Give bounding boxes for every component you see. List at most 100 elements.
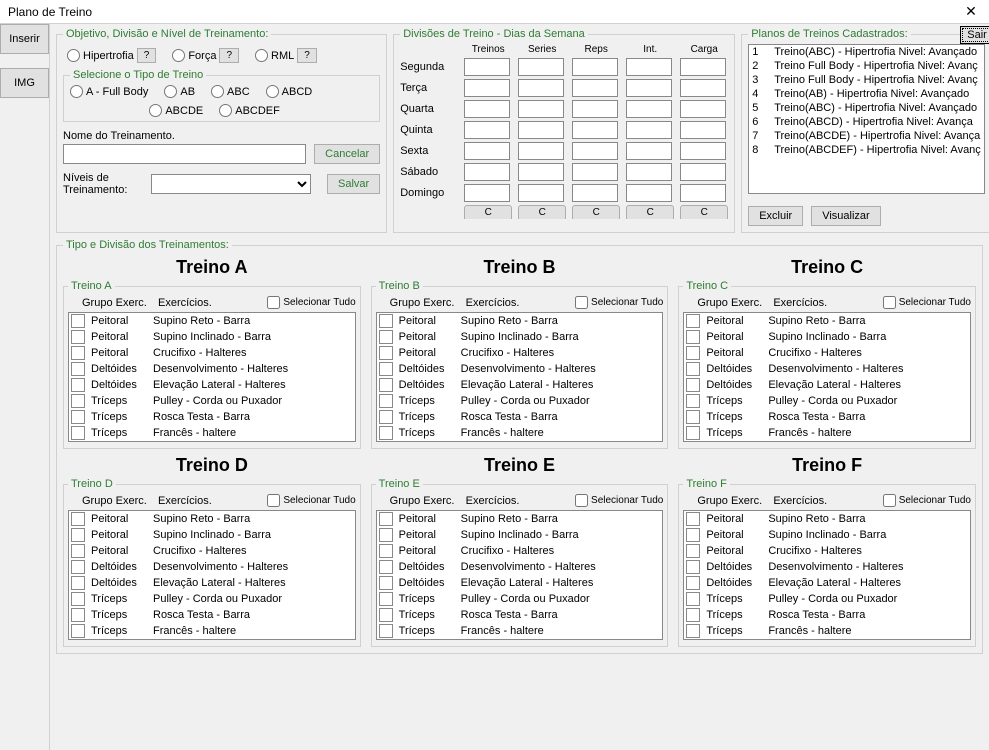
exercise-row[interactable]: DeltóidesElevação Lateral - Halteres xyxy=(684,575,970,591)
exercise-list[interactable]: PeitoralSupino Reto - BarraPeitoralSupin… xyxy=(683,312,971,442)
radio-abc[interactable] xyxy=(211,85,224,98)
exercise-list[interactable]: PeitoralSupino Reto - BarraPeitoralSupin… xyxy=(683,510,971,640)
exercise-checkbox[interactable] xyxy=(686,346,700,360)
plan-row[interactable]: 2Treino Full Body - Hipertrofia Nivel: A… xyxy=(749,59,984,73)
exercise-checkbox[interactable] xyxy=(379,410,393,424)
select-all-checkbox[interactable] xyxy=(883,494,896,507)
salvar-button[interactable]: Salvar xyxy=(327,174,380,194)
exercise-row[interactable]: PeitoralCrucifixo - Halteres xyxy=(377,345,663,361)
exercise-row[interactable]: TrícepsRosca Testa - Barra xyxy=(69,607,355,623)
exercise-row[interactable]: TrícepsFrancês - haltere xyxy=(69,425,355,441)
cancelar-button[interactable]: Cancelar xyxy=(314,144,380,164)
day-cell-input[interactable] xyxy=(680,184,726,202)
exercise-row[interactable]: TrícepsRosca Testa - Barra xyxy=(377,607,663,623)
plan-row[interactable]: 7Treino(ABCDE) - Hipertrofia Nivel: Avan… xyxy=(749,129,984,143)
day-cell-input[interactable] xyxy=(518,79,564,97)
day-cell-input[interactable] xyxy=(464,79,510,97)
exercise-row[interactable]: TrícepsFrancês - haltere xyxy=(684,425,970,441)
exercise-checkbox[interactable] xyxy=(71,426,85,440)
exercise-row[interactable]: TrícepsPulley - Corda ou Puxador xyxy=(377,591,663,607)
exercise-row[interactable]: TrícepsFrancês - haltere xyxy=(69,623,355,639)
exercise-list[interactable]: PeitoralSupino Reto - BarraPeitoralSupin… xyxy=(68,312,356,442)
exercise-row[interactable]: PeitoralSupino Reto - Barra xyxy=(684,511,970,527)
plan-row[interactable]: 6Treino(ABCD) - Hipertrofia Nivel: Avanç… xyxy=(749,115,984,129)
exercise-row[interactable]: PeitoralCrucifixo - Halteres xyxy=(684,543,970,559)
exercise-row[interactable]: DeltóidesDesenvolvimento - Halteres xyxy=(69,559,355,575)
day-cell-input[interactable] xyxy=(626,100,672,118)
exercise-checkbox[interactable] xyxy=(71,330,85,344)
day-cell-input[interactable] xyxy=(572,100,618,118)
exercise-row[interactable]: DeltóidesElevação Lateral - Halteres xyxy=(69,575,355,591)
day-cell-input[interactable] xyxy=(680,58,726,76)
plan-row[interactable]: 1Treino(ABC) - Hipertrofia Nivel: Avança… xyxy=(749,45,984,59)
excluir-button[interactable]: Excluir xyxy=(748,206,803,226)
exercise-checkbox[interactable] xyxy=(379,608,393,622)
exercise-row[interactable]: PeitoralCrucifixo - Halteres xyxy=(69,543,355,559)
exercise-checkbox[interactable] xyxy=(379,576,393,590)
exercise-list[interactable]: PeitoralSupino Reto - BarraPeitoralSupin… xyxy=(68,510,356,640)
day-cell-input[interactable] xyxy=(680,100,726,118)
select-all-label[interactable]: Selecionar Tudo xyxy=(575,296,663,309)
day-cell-input[interactable] xyxy=(518,163,564,181)
exercise-row[interactable]: TrícepsPulley - Corda ou Puxador xyxy=(69,591,355,607)
day-cell-input[interactable] xyxy=(680,163,726,181)
help-forca[interactable]: ? xyxy=(219,48,239,63)
exercise-checkbox[interactable] xyxy=(379,544,393,558)
day-cell-input[interactable] xyxy=(572,163,618,181)
exercise-checkbox[interactable] xyxy=(379,528,393,542)
plan-row[interactable]: 3Treino Full Body - Hipertrofia Nivel: A… xyxy=(749,73,984,87)
exercise-row[interactable]: PeitoralCrucifixo - Halteres xyxy=(69,345,355,361)
select-all-checkbox[interactable] xyxy=(883,296,896,309)
exercise-checkbox[interactable] xyxy=(379,362,393,376)
exercise-checkbox[interactable] xyxy=(686,624,700,638)
exercise-checkbox[interactable] xyxy=(71,544,85,558)
exercise-list[interactable]: PeitoralSupino Reto - BarraPeitoralSupin… xyxy=(376,312,664,442)
exercise-checkbox[interactable] xyxy=(71,362,85,376)
exercise-checkbox[interactable] xyxy=(379,346,393,360)
radio-ab[interactable] xyxy=(164,85,177,98)
radio-forca[interactable] xyxy=(172,49,185,62)
niveis-combo[interactable] xyxy=(151,174,311,194)
plan-row[interactable]: 8Treino(ABCDEF) - Hipertrofia Nivel: Ava… xyxy=(749,143,984,157)
column-c-button[interactable]: C xyxy=(680,205,728,219)
column-c-button[interactable]: C xyxy=(464,205,512,219)
exercise-checkbox[interactable] xyxy=(379,512,393,526)
radio-abcde[interactable] xyxy=(149,104,162,117)
exercise-checkbox[interactable] xyxy=(686,394,700,408)
select-all-label[interactable]: Selecionar Tudo xyxy=(267,296,355,309)
exercise-row[interactable]: TrícepsRosca Testa - Barra xyxy=(377,409,663,425)
exercise-row[interactable]: TrícepsRosca Testa - Barra xyxy=(684,409,970,425)
day-cell-input[interactable] xyxy=(464,100,510,118)
exercise-row[interactable]: TrícepsFrancês - haltere xyxy=(684,623,970,639)
exercise-row[interactable]: PeitoralSupino Reto - Barra xyxy=(377,511,663,527)
exercise-row[interactable]: DeltóidesElevação Lateral - Halteres xyxy=(377,575,663,591)
exercise-row[interactable]: DeltóidesElevação Lateral - Halteres xyxy=(69,377,355,393)
radio-rml[interactable] xyxy=(255,49,268,62)
exercise-row[interactable]: DeltóidesDesenvolvimento - Halteres xyxy=(684,559,970,575)
exercise-checkbox[interactable] xyxy=(686,544,700,558)
exercise-row[interactable]: DeltóidesDesenvolvimento - Halteres xyxy=(377,559,663,575)
close-icon[interactable]: ✕ xyxy=(953,0,989,24)
exercise-checkbox[interactable] xyxy=(686,378,700,392)
exercise-row[interactable]: DeltóidesElevação Lateral - Halteres xyxy=(684,377,970,393)
day-cell-input[interactable] xyxy=(626,121,672,139)
exercise-checkbox[interactable] xyxy=(686,592,700,606)
exercise-checkbox[interactable] xyxy=(71,592,85,606)
exercise-checkbox[interactable] xyxy=(379,394,393,408)
plan-row[interactable]: 5Treino(ABC) - Hipertrofia Nivel: Avança… xyxy=(749,101,984,115)
exercise-checkbox[interactable] xyxy=(686,330,700,344)
select-all-label[interactable]: Selecionar Tudo xyxy=(575,494,663,507)
day-cell-input[interactable] xyxy=(626,184,672,202)
column-c-button[interactable]: C xyxy=(626,205,674,219)
column-c-button[interactable]: C xyxy=(518,205,566,219)
exercise-checkbox[interactable] xyxy=(71,576,85,590)
exercise-checkbox[interactable] xyxy=(71,394,85,408)
day-cell-input[interactable] xyxy=(518,121,564,139)
day-cell-input[interactable] xyxy=(626,58,672,76)
exercise-checkbox[interactable] xyxy=(71,528,85,542)
exercise-row[interactable]: PeitoralSupino Reto - Barra xyxy=(377,313,663,329)
day-cell-input[interactable] xyxy=(518,184,564,202)
inserir-button[interactable]: Inserir xyxy=(0,24,49,54)
select-all-checkbox[interactable] xyxy=(267,296,280,309)
exercise-row[interactable]: PeitoralCrucifixo - Halteres xyxy=(377,543,663,559)
